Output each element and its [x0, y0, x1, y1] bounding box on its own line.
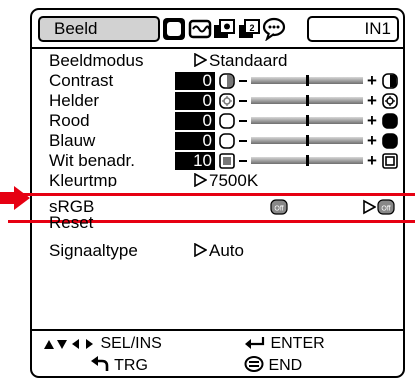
row-signal-type[interactable]: Signaaltype Auto — [32, 241, 403, 261]
slider-track[interactable] — [251, 155, 363, 166]
row-label: Wit benadr. — [49, 151, 135, 170]
decrease-icon[interactable] — [239, 160, 247, 162]
slider-track[interactable] — [251, 95, 363, 106]
enter-key-icon — [245, 337, 265, 349]
value-box: 10 — [175, 152, 215, 170]
row-brightness[interactable]: Helder 0 + — [32, 91, 403, 111]
contrast-low-icon — [219, 73, 235, 89]
picture-tab-icon[interactable] — [162, 17, 186, 41]
row-contrast[interactable]: Contrast 0 + — [32, 71, 403, 91]
row-label: Kleurtmp — [49, 171, 118, 187]
svg-text:Off: Off — [274, 206, 283, 213]
footer-end-label: END — [268, 357, 303, 374]
blue-low-icon — [219, 133, 235, 149]
contrast-high-icon — [382, 73, 398, 89]
row-label: Beeldmodus — [49, 51, 144, 70]
footer-trg: TRG — [90, 356, 148, 376]
slider-thumb[interactable] — [305, 115, 309, 126]
row-value: Auto — [193, 241, 244, 261]
play-arrow-icon — [363, 199, 376, 215]
options-tab-icon[interactable]: 2 — [237, 17, 261, 41]
value-text: Auto — [209, 241, 244, 260]
value-box: 0 — [175, 92, 215, 110]
row-value: 7500K — [193, 171, 258, 187]
value-box: 0 — [175, 72, 215, 90]
svg-text:Off: Off — [381, 206, 390, 213]
row-color-temp[interactable]: Kleurtmp 7500K — [32, 171, 403, 187]
arrow-keys-icon — [44, 339, 93, 349]
slider-track[interactable] — [251, 75, 363, 86]
row-white-emphasis[interactable]: Wit benadr. 10 + — [32, 151, 403, 171]
white-emphasis-low-icon — [219, 153, 235, 169]
slider-thumb[interactable] — [305, 155, 309, 166]
value-box: 0 — [175, 112, 215, 130]
footer-sel-ins: SEL/INS — [44, 334, 162, 354]
setup-tab-icon[interactable] — [212, 17, 236, 41]
row-reset[interactable]: Reset — [32, 213, 403, 237]
slider-track[interactable] — [251, 115, 363, 126]
play-arrow-icon — [194, 243, 207, 257]
osd-menu: Beeld 2 IN1 Beeldmodus Standaard Contras… — [8, 8, 415, 378]
slider-thumb[interactable] — [305, 95, 309, 106]
increase-icon[interactable]: + — [367, 71, 377, 91]
row-red[interactable]: Rood 0 + — [32, 111, 403, 131]
decrease-icon[interactable] — [239, 80, 247, 82]
footer-enter-label: ENTER — [270, 335, 325, 352]
row-picture-mode[interactable]: Beeldmodus Standaard — [32, 51, 403, 71]
slider-track[interactable] — [251, 135, 363, 146]
increase-icon[interactable]: + — [367, 151, 377, 171]
footer-end: END — [244, 356, 302, 376]
footer-divider — [32, 329, 403, 331]
white-emphasis-high-icon — [382, 153, 398, 169]
row-label: Signaaltype — [49, 241, 138, 260]
row-label: Rood — [49, 111, 90, 130]
brightness-low-icon — [219, 93, 235, 109]
brightness-high-icon — [382, 93, 398, 109]
menu-button-icon — [244, 356, 264, 372]
value-box: 0 — [175, 132, 215, 150]
header-divider — [32, 47, 403, 49]
footer-trg-label: TRG — [114, 357, 148, 374]
play-arrow-icon — [194, 173, 207, 187]
increase-icon[interactable]: + — [367, 91, 377, 111]
slider-thumb[interactable] — [305, 135, 309, 146]
increase-icon[interactable]: + — [367, 111, 377, 131]
row-blue[interactable]: Blauw 0 + — [32, 131, 403, 151]
footer-enter: ENTER — [244, 334, 325, 354]
input-indicator: IN1 — [307, 16, 399, 42]
slider-thumb[interactable] — [305, 75, 309, 86]
blue-high-icon — [382, 133, 398, 149]
tab-picture[interactable]: Beeld — [38, 16, 160, 42]
row-value: Standaard — [193, 51, 287, 71]
language-tab-icon[interactable] — [262, 17, 286, 41]
off-toggle-icon[interactable]: Off — [377, 199, 395, 215]
row-label: Blauw — [49, 131, 96, 150]
red-low-icon — [219, 113, 235, 129]
row-label: Contrast — [49, 71, 114, 90]
row-label: Helder — [49, 91, 100, 110]
value-text: Standaard — [209, 51, 288, 70]
decrease-icon[interactable] — [239, 140, 247, 142]
svg-text:2: 2 — [249, 23, 254, 33]
off-toggle-icon[interactable]: Off — [270, 199, 288, 215]
value-text: 7500K — [209, 171, 259, 187]
return-icon — [91, 356, 109, 371]
increase-icon[interactable]: + — [367, 131, 377, 151]
decrease-icon[interactable] — [239, 100, 247, 102]
play-arrow-icon — [194, 53, 207, 67]
red-high-icon — [382, 113, 398, 129]
audio-tab-icon[interactable] — [188, 17, 212, 41]
decrease-icon[interactable] — [239, 120, 247, 122]
row-label: Reset — [49, 213, 94, 232]
footer-sel-label: SEL/INS — [100, 335, 162, 352]
